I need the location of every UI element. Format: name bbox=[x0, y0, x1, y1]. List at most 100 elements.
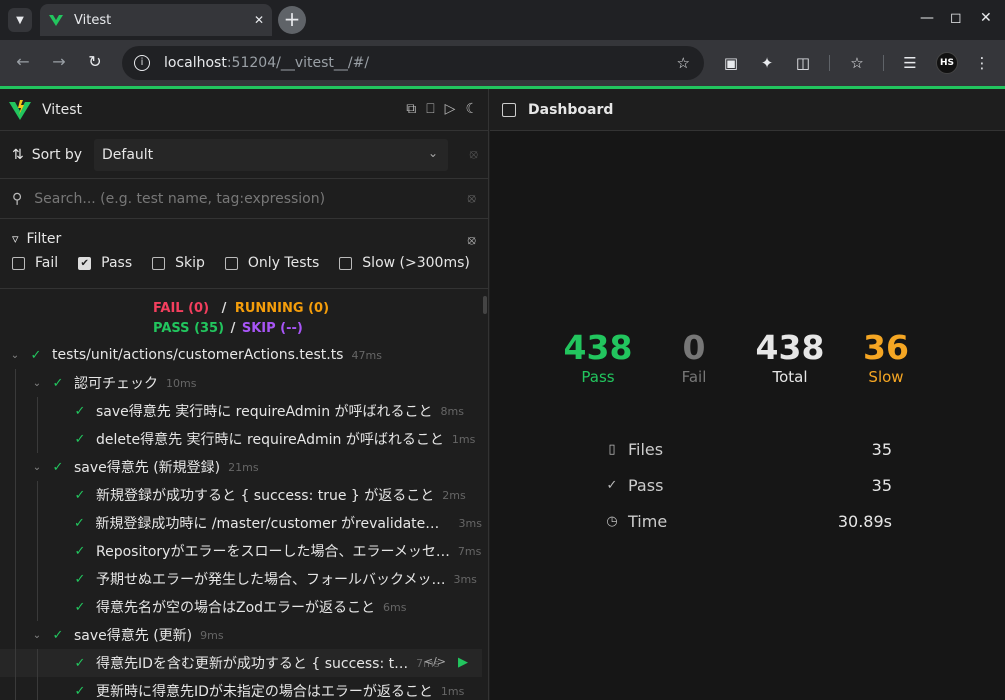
test-name: 予期せぬエラーが発生した場合、フォールバックメッ… bbox=[96, 572, 446, 588]
test-tree-row[interactable]: ✓ Repositoryがエラーをスローした場合、エラーメッセ… 7ms bbox=[0, 537, 482, 565]
stats-details: ▯ Files 35 ✓ Pass 35 ◷ Time 30.89s bbox=[604, 431, 892, 539]
stat-fail: 0 Fail bbox=[646, 329, 742, 387]
open-code-icon[interactable]: </> bbox=[424, 655, 446, 670]
collapse-all-icon[interactable]: ⧉ bbox=[406, 101, 416, 117]
extension-star-icon[interactable]: ✦ bbox=[757, 54, 777, 72]
new-tab-button[interactable]: + bbox=[278, 6, 306, 34]
sort-arrows-icon: ⇅ bbox=[12, 146, 24, 163]
stats-summary: 438 Pass 0 Fail 438 Total 36 Slow bbox=[550, 329, 934, 387]
test-tree-row[interactable]: ⌄ ✓ 認可チェック 10ms bbox=[0, 369, 482, 397]
pass-check-icon: ✓ bbox=[52, 459, 64, 475]
test-tree-row[interactable]: ✓ delete得意先 実行時に requireAdmin が呼ばれること 1ms bbox=[0, 425, 482, 453]
bookmark-star-icon[interactable]: ☆ bbox=[677, 54, 690, 72]
test-name: Repositoryがエラーをスローした場合、エラーメッセ… bbox=[96, 544, 450, 560]
profile-avatar[interactable]: HS bbox=[936, 52, 958, 74]
chevron-down-icon[interactable]: ⌄ bbox=[30, 630, 44, 641]
tree-indent-guide bbox=[15, 481, 16, 509]
maximize-icon[interactable]: ◻ bbox=[950, 10, 962, 26]
test-duration: 3ms bbox=[458, 516, 482, 530]
test-tree-row[interactable]: ✓ save得意先 実行時に requireAdmin が呼ばれること 8ms bbox=[0, 397, 482, 425]
toolbar-divider bbox=[883, 55, 884, 71]
close-window-icon[interactable]: ✕ bbox=[980, 10, 992, 26]
chevron-down-icon[interactable]: ⌄ bbox=[30, 462, 44, 473]
header-actions: ⧉ ⎕ ▷ ☾ bbox=[406, 101, 478, 117]
test-tree-row[interactable]: ✓ 新規登録成功時に /master/customer がrevalidateさ…… bbox=[0, 509, 482, 537]
test-tree-row[interactable]: ⌄ ✓ tests/unit/actions/customerActions.tes… bbox=[0, 341, 482, 369]
filter-slow-checkbox[interactable]: Slow (>300ms) bbox=[339, 255, 470, 271]
app-title: Vitest bbox=[42, 101, 83, 118]
detail-row-pass: ✓ Pass 35 bbox=[604, 467, 892, 503]
media-queue-icon[interactable]: ☰ bbox=[900, 54, 920, 72]
summary-fail: FAIL (0) bbox=[153, 301, 210, 316]
chevron-down-icon[interactable]: ⌄ bbox=[30, 378, 44, 389]
forward-icon[interactable]: → bbox=[48, 52, 70, 71]
summary-skip: SKIP (--) bbox=[241, 321, 303, 336]
filter-only-tests-checkbox[interactable]: Only Tests bbox=[224, 255, 319, 271]
test-tree-row[interactable]: ⌄ ✓ save得意先 (新規登録) 21ms bbox=[0, 453, 482, 481]
reload-icon[interactable]: ↻ bbox=[84, 52, 106, 71]
dark-mode-icon[interactable]: ☾ bbox=[465, 101, 478, 117]
test-name: 認可チェック bbox=[74, 376, 158, 392]
tab-close-icon[interactable]: ✕ bbox=[254, 13, 264, 27]
sort-clear-icon[interactable]: ⦻ bbox=[469, 147, 478, 162]
back-icon[interactable]: ← bbox=[12, 52, 34, 71]
test-duration: 47ms bbox=[351, 348, 382, 362]
filter-label: Filter bbox=[26, 231, 62, 247]
test-tree-row[interactable]: ⌄ ✓ save得意先 (更新) 9ms bbox=[0, 621, 482, 649]
filter-options: Fail ✔ Pass Skip Only Tests Slow (>300ms) bbox=[12, 255, 488, 271]
stat-slow: 36 Slow bbox=[838, 329, 934, 387]
tree-indent-guide bbox=[37, 565, 38, 593]
test-name: 更新時に得意先IDが未指定の場合はエラーが返ること bbox=[96, 684, 433, 700]
test-duration: 3ms bbox=[453, 572, 477, 586]
site-info-icon[interactable]: i bbox=[134, 55, 150, 71]
browser-tab[interactable]: Vitest ✕ bbox=[40, 4, 272, 36]
detail-label: Pass bbox=[628, 475, 664, 495]
filter-fail-checkbox[interactable]: Fail bbox=[12, 255, 58, 271]
address-bar[interactable]: i localhost :51204/__vitest__/#/ ☆ bbox=[122, 46, 704, 80]
scrollbar-thumb[interactable] bbox=[483, 296, 487, 314]
test-tree-row[interactable]: ✓ 予期せぬエラーが発生した場合、フォールバックメッ… 3ms bbox=[0, 565, 482, 593]
vitest-favicon-icon bbox=[49, 15, 63, 26]
chevron-down-icon[interactable]: ⌄ bbox=[8, 350, 22, 361]
menu-kebab-icon[interactable]: ⋮ bbox=[972, 54, 992, 72]
clear-search-icon[interactable]: ⦻ bbox=[467, 191, 476, 206]
bookmarks-icon[interactable]: ☆ bbox=[847, 54, 867, 72]
filter-pass-checkbox[interactable]: ✔ Pass bbox=[78, 255, 132, 271]
tree-indent-guide bbox=[15, 649, 16, 677]
tab-search-button[interactable]: ▼ bbox=[8, 8, 32, 32]
test-duration: 8ms bbox=[440, 404, 464, 418]
pass-check-icon: ✓ bbox=[74, 571, 86, 587]
pass-check-icon: ✓ bbox=[73, 515, 85, 531]
test-tree-row[interactable]: ✓ 新規登録が成功すると { success: true } が返ること 2ms bbox=[0, 481, 482, 509]
test-tree-row[interactable]: ✓ 更新時に得意先IDが未指定の場合はエラーが返ること 1ms bbox=[0, 677, 482, 700]
filter-skip-checkbox[interactable]: Skip bbox=[152, 255, 205, 271]
test-duration: 6ms bbox=[383, 600, 407, 614]
tree-indent-guide bbox=[15, 369, 16, 397]
tree-scrollbar[interactable] bbox=[482, 290, 488, 700]
extension-chat-icon[interactable]: ▣ bbox=[721, 54, 741, 72]
dashboard-icon bbox=[502, 102, 516, 117]
search-input[interactable] bbox=[34, 190, 435, 207]
test-duration: 1ms bbox=[440, 684, 465, 698]
run-all-icon[interactable]: ▷ bbox=[445, 101, 456, 117]
explorer-header: Vitest ⧉ ⎕ ▷ ☾ bbox=[0, 89, 488, 131]
pass-check-icon: ✓ bbox=[30, 347, 42, 363]
test-tree-row[interactable]: ✓ 得意先IDを含む更新が成功すると { success: t… 7ms </> ▶ bbox=[0, 649, 482, 677]
test-name: 得意先名が空の場合はZodエラーが返ること bbox=[96, 600, 376, 616]
tree-indent-guide bbox=[37, 677, 38, 700]
test-tree-row[interactable]: ✓ 得意先名が空の場合はZodエラーが返ること 6ms bbox=[0, 593, 482, 621]
test-name: save得意先 (新規登録) bbox=[74, 460, 221, 476]
test-duration: 10ms bbox=[166, 376, 197, 390]
sort-select[interactable]: Default ⌄ bbox=[94, 139, 448, 171]
pass-check-icon: ✓ bbox=[52, 375, 64, 391]
minimize-icon[interactable]: — bbox=[920, 10, 934, 26]
coverage-icon[interactable]: ⎕ bbox=[426, 101, 434, 117]
summary-running: RUNNING (0) bbox=[234, 301, 330, 316]
stat-total: 438 Total bbox=[742, 329, 838, 387]
explorer-panel: Vitest ⧉ ⎕ ▷ ☾ ⇅ Sort by Default ⌄ ⦻ ⚲ ⦻… bbox=[0, 89, 489, 700]
search-bar: ⚲ ⦻ bbox=[0, 179, 488, 219]
run-test-icon[interactable]: ▶ bbox=[458, 655, 468, 670]
tree-indent-guide bbox=[15, 537, 16, 565]
clear-filter-icon[interactable]: ⦻ bbox=[467, 233, 476, 248]
extensions-puzzle-icon[interactable]: ◫ bbox=[793, 54, 813, 72]
